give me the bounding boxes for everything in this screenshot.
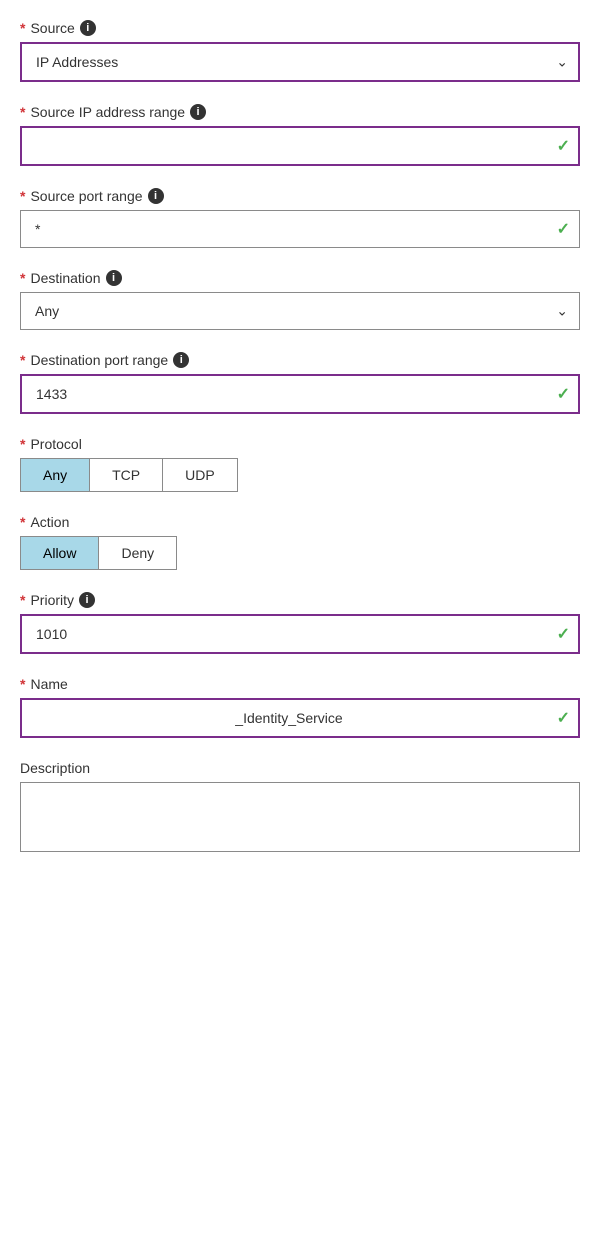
name-label: * Name: [20, 676, 580, 692]
action-label-text: Action: [30, 514, 69, 530]
action-field-group: * Action Allow Deny: [20, 514, 580, 570]
action-allow-button[interactable]: Allow: [21, 537, 99, 569]
source-ip-range-input-wrapper: ✓: [20, 126, 580, 166]
destination-port-range-check-icon: ✓: [557, 384, 570, 404]
priority-label-text: Priority: [30, 592, 74, 608]
protocol-required-star: *: [20, 436, 25, 452]
priority-required-star: *: [20, 592, 25, 608]
source-ip-range-info-icon[interactable]: i: [190, 104, 206, 120]
source-select-wrapper: IP Addresses Any Service Tag Application…: [20, 42, 580, 82]
priority-field-group: * Priority i ✓: [20, 592, 580, 654]
name-required-star: *: [20, 676, 25, 692]
priority-check-icon: ✓: [557, 624, 570, 644]
source-label: * Source i: [20, 20, 580, 36]
destination-port-range-required-star: *: [20, 352, 25, 368]
destination-info-icon[interactable]: i: [106, 270, 122, 286]
source-port-range-required-star: *: [20, 188, 25, 204]
priority-input-wrapper: ✓: [20, 614, 580, 654]
protocol-label: * Protocol: [20, 436, 580, 452]
protocol-tcp-button[interactable]: TCP: [90, 459, 163, 491]
action-required-star: *: [20, 514, 25, 530]
destination-port-range-input[interactable]: [20, 374, 580, 414]
source-port-range-input-wrapper: ✓: [20, 210, 580, 248]
source-port-range-label-text: Source port range: [30, 188, 142, 204]
source-port-range-label: * Source port range i: [20, 188, 580, 204]
protocol-udp-button[interactable]: UDP: [163, 459, 237, 491]
source-field-group: * Source i IP Addresses Any Service Tag …: [20, 20, 580, 82]
source-ip-range-label: * Source IP address range i: [20, 104, 580, 120]
action-label: * Action: [20, 514, 580, 530]
source-select[interactable]: IP Addresses Any Service Tag Application…: [20, 42, 580, 82]
name-input[interactable]: [20, 698, 580, 738]
source-ip-range-label-text: Source IP address range: [30, 104, 185, 120]
protocol-field-group: * Protocol Any TCP UDP: [20, 436, 580, 492]
protocol-any-button[interactable]: Any: [21, 459, 90, 491]
source-port-range-field-group: * Source port range i ✓: [20, 188, 580, 248]
destination-select[interactable]: Any IP Addresses Service Tag Application…: [20, 292, 580, 330]
priority-label: * Priority i: [20, 592, 580, 608]
destination-port-range-label-text: Destination port range: [30, 352, 168, 368]
destination-select-wrapper: Any IP Addresses Service Tag Application…: [20, 292, 580, 330]
source-ip-range-field-group: * Source IP address range i ✓: [20, 104, 580, 166]
destination-port-range-info-icon[interactable]: i: [173, 352, 189, 368]
name-check-icon: ✓: [557, 708, 570, 728]
action-deny-button[interactable]: Deny: [99, 537, 176, 569]
source-ip-range-required-star: *: [20, 104, 25, 120]
source-label-text: Source: [30, 20, 74, 36]
source-port-range-info-icon[interactable]: i: [148, 188, 164, 204]
source-ip-range-input[interactable]: [20, 126, 580, 166]
description-field-group: Description: [20, 760, 580, 857]
destination-port-range-input-wrapper: ✓: [20, 374, 580, 414]
description-textarea[interactable]: [20, 782, 580, 852]
protocol-label-text: Protocol: [30, 436, 81, 452]
name-field-group: * Name ✓: [20, 676, 580, 738]
protocol-toggle-group: Any TCP UDP: [20, 458, 238, 492]
source-required-star: *: [20, 20, 25, 36]
destination-label-text: Destination: [30, 270, 100, 286]
destination-label: * Destination i: [20, 270, 580, 286]
description-label-text: Description: [20, 760, 90, 776]
source-ip-range-check-icon: ✓: [557, 136, 570, 156]
destination-required-star: *: [20, 270, 25, 286]
priority-input[interactable]: [20, 614, 580, 654]
description-label: Description: [20, 760, 580, 776]
name-input-wrapper: ✓: [20, 698, 580, 738]
name-label-text: Name: [30, 676, 67, 692]
source-info-icon[interactable]: i: [80, 20, 96, 36]
action-toggle-group: Allow Deny: [20, 536, 177, 570]
priority-info-icon[interactable]: i: [79, 592, 95, 608]
source-port-range-input[interactable]: [20, 210, 580, 248]
destination-field-group: * Destination i Any IP Addresses Service…: [20, 270, 580, 330]
destination-port-range-field-group: * Destination port range i ✓: [20, 352, 580, 414]
source-port-range-check-icon: ✓: [557, 219, 570, 239]
destination-port-range-label: * Destination port range i: [20, 352, 580, 368]
